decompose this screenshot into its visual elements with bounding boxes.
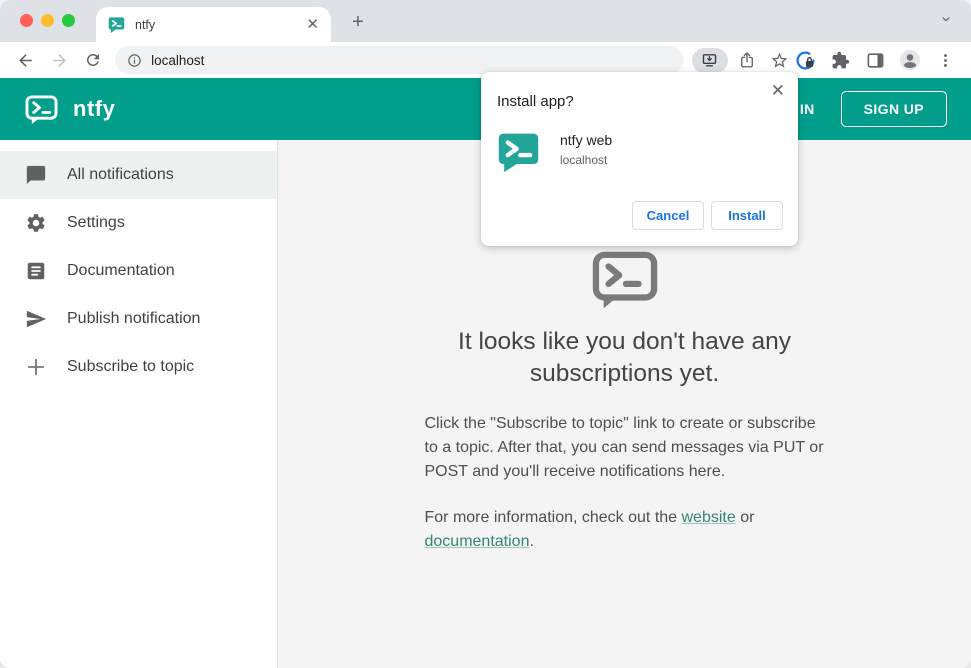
forward-button[interactable] <box>48 48 72 72</box>
dialog-title: Install app? <box>497 93 574 110</box>
browser-tab-ntfy[interactable]: ntfy ✕ <box>96 7 331 42</box>
dialog-buttons: Cancel Install <box>632 201 783 230</box>
ntfy-empty-state-logo-icon <box>592 251 657 309</box>
install-button[interactable]: Install <box>711 201 783 230</box>
more-info-text: . <box>529 533 534 550</box>
toolbar-right-icons <box>793 48 957 72</box>
minimize-window-button[interactable] <box>41 14 54 27</box>
new-tab-button[interactable]: + <box>346 10 370 34</box>
sidebar-item-label: Publish notification <box>67 310 201 327</box>
sidebar-item-settings[interactable]: Settings <box>0 199 277 247</box>
sidebar-item-label: Documentation <box>67 262 175 279</box>
cancel-button[interactable]: Cancel <box>632 201 704 230</box>
sidebar-item-label: All notifications <box>67 166 174 183</box>
browser-menu-kebab-icon[interactable] <box>933 48 957 72</box>
empty-state-paragraph: Click the "Subscribe to topic" link to c… <box>424 415 824 480</box>
sign-up-button[interactable]: SIGN UP <box>840 91 947 127</box>
website-link[interactable]: website <box>682 509 736 526</box>
ntfy-logo-icon <box>25 94 58 124</box>
dialog-app-origin: localhost <box>560 153 608 167</box>
share-button[interactable] <box>733 47 761 73</box>
sidebar-item-documentation[interactable]: Documentation <box>0 247 277 295</box>
sidebar-item-all-notifications[interactable]: All notifications <box>0 151 277 199</box>
app-title: ntfy <box>73 96 116 121</box>
sidebar-item-publish-notification[interactable]: Publish notification <box>0 295 277 343</box>
empty-state-heading: It looks like you don't have any subscri… <box>458 328 791 387</box>
browser-window: ntfy ✕ + localhost ntfy IN SIGN UP All n… <box>0 0 971 668</box>
sidebar: All notifications Settings Documentation… <box>0 140 278 668</box>
sidebar-item-subscribe-to-topic[interactable]: Subscribe to topic <box>0 343 277 391</box>
article-icon <box>24 259 48 283</box>
gear-icon <box>24 211 48 235</box>
address-bar[interactable]: localhost <box>115 46 685 74</box>
maximize-window-button[interactable] <box>62 14 75 27</box>
send-icon <box>24 307 48 331</box>
bookmark-star-icon[interactable] <box>765 47 793 73</box>
profile-avatar-icon[interactable] <box>898 48 922 72</box>
sidebar-item-label: Subscribe to topic <box>67 358 195 375</box>
plus-icon <box>24 355 48 379</box>
url-text: localhost <box>151 52 205 68</box>
install-app-button[interactable] <box>692 47 728 73</box>
dialog-app-name: ntfy web <box>560 132 613 148</box>
documentation-link[interactable]: documentation <box>425 533 530 550</box>
site-info-icon[interactable] <box>127 53 142 68</box>
sidebar-item-label: Settings <box>67 214 125 231</box>
more-info-text: For more information, check out the <box>424 509 682 526</box>
tab-search-chevron-icon[interactable] <box>939 12 953 31</box>
password-extension-icon[interactable] <box>793 48 817 72</box>
reload-button[interactable] <box>81 48 105 72</box>
tab-title: ntfy <box>135 17 156 32</box>
dialog-close-icon[interactable]: ✕ <box>771 81 785 101</box>
install-app-dialog: Install app? ✕ ntfy web localhost Cancel… <box>481 72 798 246</box>
ntfy-app-icon <box>498 133 539 173</box>
side-panel-icon[interactable] <box>863 48 887 72</box>
empty-state-more-info: For more information, check out the webs… <box>425 506 825 554</box>
traffic-lights <box>20 14 75 27</box>
tab-strip: ntfy ✕ + <box>0 0 971 42</box>
close-window-button[interactable] <box>20 14 33 27</box>
more-info-text: or <box>735 509 755 526</box>
chat-bubble-icon <box>24 163 48 187</box>
extensions-puzzle-icon[interactable] <box>828 48 852 72</box>
dialog-app-row: ntfy web localhost <box>497 130 612 173</box>
tab-close-icon[interactable]: ✕ <box>306 17 319 32</box>
ntfy-favicon-icon <box>108 17 125 33</box>
back-button[interactable] <box>14 48 38 72</box>
